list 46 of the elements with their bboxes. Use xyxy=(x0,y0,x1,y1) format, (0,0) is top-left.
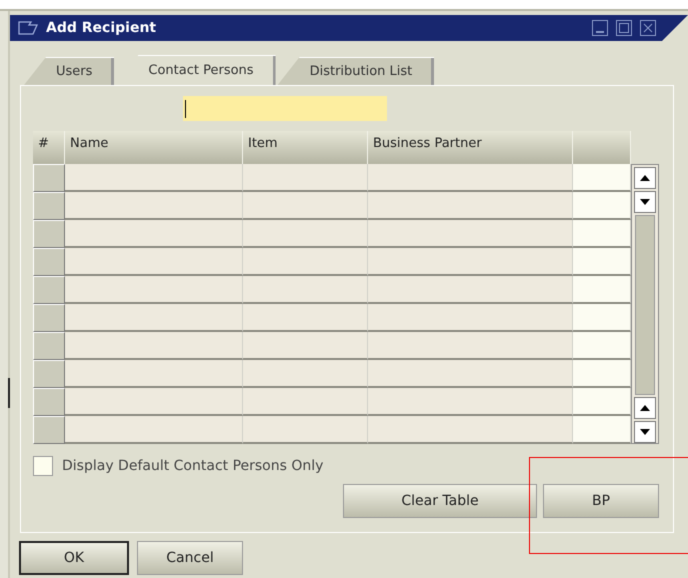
table-cell xyxy=(573,220,631,248)
checkbox[interactable] xyxy=(33,456,53,476)
maximize-icon[interactable] xyxy=(616,20,632,36)
table-cell xyxy=(573,192,631,220)
table-cell xyxy=(573,164,631,192)
scrollbar[interactable] xyxy=(631,164,659,444)
row-selector[interactable] xyxy=(33,192,65,220)
row-selector[interactable] xyxy=(33,332,65,360)
scroll-down-icon[interactable] xyxy=(634,191,656,213)
table-cell xyxy=(573,416,631,444)
minimize-icon[interactable] xyxy=(592,20,608,36)
table-cell xyxy=(573,360,631,388)
table-cell xyxy=(573,304,631,332)
window-title: Add Recipient xyxy=(46,20,158,36)
column-header: Name xyxy=(65,131,243,164)
clear-table-button[interactable]: Clear Table xyxy=(343,484,537,518)
column-header xyxy=(573,131,631,164)
column-header: Item xyxy=(243,131,368,164)
column-header: # xyxy=(33,131,65,164)
checkbox-label: Display Default Contact Persons Only xyxy=(62,458,324,474)
scroll-thumb[interactable] xyxy=(635,215,655,395)
table-cell xyxy=(573,276,631,304)
search-field[interactable] xyxy=(183,96,387,121)
row-selector[interactable] xyxy=(33,248,65,276)
tab[interactable]: Users xyxy=(24,57,114,85)
table-cell xyxy=(573,248,631,276)
bp-button[interactable]: BP xyxy=(543,484,659,518)
scroll-up-icon[interactable] xyxy=(634,167,656,189)
close-icon[interactable] xyxy=(640,20,656,36)
scroll-down-icon[interactable] xyxy=(634,421,656,443)
window-icon xyxy=(18,21,38,35)
column-header: Business Partner xyxy=(368,131,573,164)
tab[interactable]: Distribution List xyxy=(278,57,434,85)
row-selector[interactable] xyxy=(33,220,65,248)
row-selector[interactable] xyxy=(33,416,65,444)
edge-marker xyxy=(8,378,10,408)
row-selector[interactable] xyxy=(33,360,65,388)
ok-button[interactable]: OK xyxy=(19,541,129,575)
row-selector[interactable] xyxy=(33,304,65,332)
table-cell xyxy=(573,332,631,360)
cancel-button[interactable]: Cancel xyxy=(137,541,243,575)
row-selector[interactable] xyxy=(33,276,65,304)
row-selector[interactable] xyxy=(33,164,65,192)
table-cell xyxy=(573,388,631,416)
row-selector[interactable] xyxy=(33,388,65,416)
scroll-up-icon[interactable] xyxy=(634,397,656,419)
